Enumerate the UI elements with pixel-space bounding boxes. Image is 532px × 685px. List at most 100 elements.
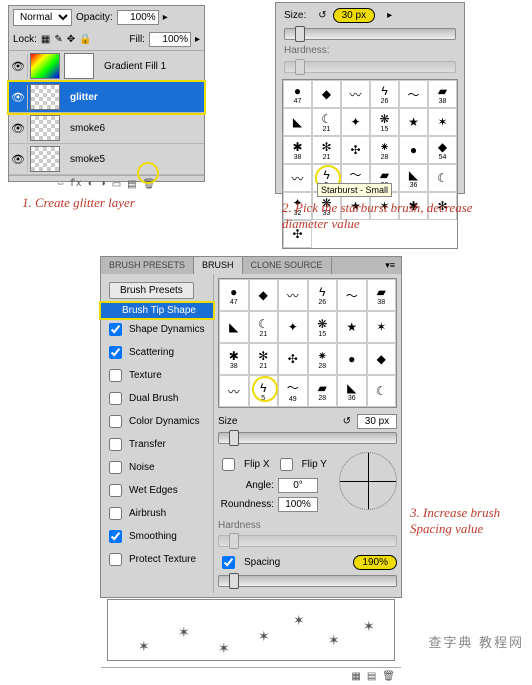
brush-cell[interactable]: ☾21 bbox=[312, 108, 341, 136]
option-checkbox[interactable] bbox=[109, 484, 122, 497]
lock-move-icon[interactable]: ✥ bbox=[67, 34, 75, 45]
brush-cell[interactable]: 〰 bbox=[219, 375, 249, 407]
reset-size-icon[interactable]: ↺ bbox=[318, 10, 326, 21]
brush-option[interactable]: Protect Texture bbox=[101, 548, 213, 571]
fx-icon[interactable]: fx bbox=[70, 179, 82, 191]
option-checkbox[interactable] bbox=[109, 415, 122, 428]
mask-icon[interactable]: ◐ bbox=[88, 179, 94, 191]
toggle-preview-icon[interactable]: ▦ bbox=[351, 671, 360, 683]
visibility-icon[interactable]: 👁 bbox=[9, 85, 28, 110]
opacity-arrow[interactable]: ▸ bbox=[163, 12, 168, 23]
brush-cell[interactable]: ◆ bbox=[367, 343, 397, 375]
trash-icon[interactable]: 🗑 bbox=[143, 179, 156, 191]
brush-cell[interactable]: ❋15 bbox=[370, 108, 399, 136]
adjustment-icon[interactable]: ◑ bbox=[100, 179, 106, 191]
lock-all-icon[interactable]: 🔒 bbox=[79, 34, 91, 45]
brush-cell[interactable]: ◣ bbox=[283, 108, 312, 136]
brush-option[interactable]: Noise bbox=[101, 456, 213, 479]
option-checkbox[interactable] bbox=[109, 392, 122, 405]
brush-cell[interactable]: ◆ bbox=[249, 279, 279, 311]
option-checkbox[interactable] bbox=[109, 346, 122, 359]
option-checkbox[interactable] bbox=[109, 323, 122, 336]
brush-cell[interactable]: ◣ bbox=[219, 311, 249, 343]
brush-cell[interactable]: ●47 bbox=[283, 80, 312, 108]
brush-option[interactable]: Wet Edges bbox=[101, 479, 213, 502]
option-checkbox[interactable] bbox=[109, 438, 122, 451]
brush-cell[interactable]: ●47 bbox=[219, 279, 249, 311]
tab-brush[interactable]: BRUSH bbox=[194, 257, 243, 274]
brush-cell[interactable]: 〰 bbox=[283, 164, 312, 192]
brush-cell[interactable]: ✱38 bbox=[219, 343, 249, 375]
flipx-checkbox[interactable] bbox=[222, 458, 235, 471]
brush-cell[interactable]: ◣36 bbox=[337, 375, 367, 407]
brush-cell[interactable]: ◆ bbox=[312, 80, 341, 108]
reset-icon-2[interactable]: ↺ bbox=[343, 416, 351, 427]
brush-cell[interactable]: 〜49 bbox=[278, 375, 308, 407]
layer-row[interactable]: 👁Gradient Fill 1 bbox=[9, 51, 204, 82]
brush-cell[interactable]: ϟ5Starburst - Small bbox=[312, 164, 341, 192]
angle-value[interactable]: 0° bbox=[278, 478, 318, 493]
brush-cell[interactable]: ● bbox=[399, 136, 428, 164]
brush-cell[interactable]: ✦ bbox=[341, 108, 370, 136]
visibility-icon[interactable]: 👁 bbox=[9, 147, 28, 172]
brush-cell[interactable]: ✶ bbox=[428, 108, 457, 136]
opacity-input[interactable] bbox=[117, 10, 159, 25]
size-value-2[interactable]: 30 px bbox=[357, 414, 397, 429]
tab-clone-source[interactable]: CLONE SOURCE bbox=[243, 257, 332, 274]
option-checkbox[interactable] bbox=[109, 553, 122, 566]
angle-control[interactable] bbox=[339, 452, 397, 510]
brush-cell[interactable]: ◆54 bbox=[428, 136, 457, 164]
brush-cell[interactable]: ✻21 bbox=[249, 343, 279, 375]
brush-cell[interactable]: ⁕28 bbox=[308, 343, 338, 375]
fill-input[interactable] bbox=[149, 32, 191, 47]
brush-cell[interactable]: ☾21 bbox=[249, 311, 279, 343]
visibility-icon[interactable]: 👁 bbox=[9, 54, 28, 79]
brush-option[interactable]: Transfer bbox=[101, 433, 213, 456]
brush-cell[interactable]: ✶ bbox=[367, 311, 397, 343]
group-icon[interactable]: ▭ bbox=[112, 179, 121, 191]
option-checkbox[interactable] bbox=[109, 507, 122, 520]
option-checkbox[interactable] bbox=[109, 530, 122, 543]
lock-transparent-icon[interactable]: ▦ bbox=[41, 34, 50, 45]
brush-option[interactable]: Scattering bbox=[101, 341, 213, 364]
brush-cell[interactable]: 〰 bbox=[341, 80, 370, 108]
brush-cell[interactable]: ★ bbox=[399, 108, 428, 136]
brush-presets-button[interactable]: Brush Presets bbox=[109, 282, 194, 299]
layer-row[interactable]: 👁smoke5 bbox=[9, 144, 204, 175]
new-layer-icon[interactable]: ▤ bbox=[127, 179, 136, 191]
flipy-checkbox[interactable] bbox=[280, 458, 293, 471]
brush-option[interactable]: Brush Tip Shape bbox=[101, 303, 213, 318]
brush-cell[interactable]: ✱38 bbox=[283, 136, 312, 164]
option-checkbox[interactable] bbox=[109, 461, 122, 474]
brush-option[interactable]: Airbrush bbox=[101, 502, 213, 525]
brush-cell[interactable]: ϟ26 bbox=[308, 279, 338, 311]
layer-row[interactable]: 👁smoke6 bbox=[9, 113, 204, 144]
brush-option[interactable]: Texture bbox=[101, 364, 213, 387]
link-icon[interactable]: ⇔ bbox=[58, 179, 64, 191]
roundness-value[interactable]: 100% bbox=[278, 497, 318, 512]
option-checkbox[interactable] bbox=[109, 369, 122, 382]
panel-menu-icon[interactable]: ▾≡ bbox=[379, 257, 401, 274]
brush-cell[interactable]: ✣ bbox=[341, 136, 370, 164]
spacing-slider[interactable] bbox=[218, 575, 397, 587]
brush-cell[interactable]: ✦ bbox=[278, 311, 308, 343]
brush-cell[interactable]: ☾ bbox=[428, 164, 457, 192]
brush-cell[interactable]: 〜 bbox=[399, 80, 428, 108]
brush-cell[interactable]: ✻21 bbox=[312, 136, 341, 164]
spacing-value[interactable]: 190% bbox=[353, 555, 397, 570]
fill-arrow[interactable]: ▸ bbox=[195, 34, 200, 45]
tab-brush-presets[interactable]: BRUSH PRESETS bbox=[101, 257, 194, 274]
visibility-icon[interactable]: 👁 bbox=[9, 116, 28, 141]
trash-icon-2[interactable]: 🗑 bbox=[382, 671, 395, 683]
new-preset-icon[interactable]: ▤ bbox=[367, 671, 376, 683]
brush-cell[interactable]: ❋15 bbox=[308, 311, 338, 343]
brush-option[interactable]: Color Dynamics bbox=[101, 410, 213, 433]
brush-cell[interactable]: ϟ5 bbox=[249, 375, 279, 407]
brush-cell[interactable]: ★ bbox=[337, 311, 367, 343]
brush-cell[interactable]: ϟ26 bbox=[370, 80, 399, 108]
spacing-checkbox[interactable] bbox=[222, 556, 235, 569]
picker-arrow-icon[interactable]: ▸ bbox=[387, 10, 392, 21]
lock-paint-icon[interactable]: ✎ bbox=[54, 34, 62, 45]
brush-cell[interactable]: ☾ bbox=[367, 375, 397, 407]
brush-cell[interactable]: ▰38 bbox=[367, 279, 397, 311]
